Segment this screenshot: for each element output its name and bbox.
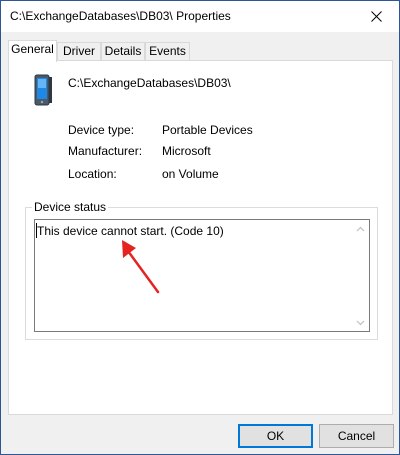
ok-button[interactable]: OK [238,424,313,448]
location-value: on Volume [162,167,219,181]
portable-device-icon [34,74,52,106]
device-type-label: Device type: [68,123,135,137]
manufacturer-label: Manufacturer: [68,144,143,158]
scroll-down-icon[interactable] [356,318,365,327]
manufacturer-value: Microsoft [162,144,211,158]
tab-driver[interactable]: Driver [57,42,101,61]
device-name: C:\ExchangeDatabases\DB03\ [68,76,231,90]
device-status-group: Device status This device cannot start. … [25,200,378,340]
properties-dialog: C:\ExchangeDatabases\DB03\ Properties Ge… [0,0,400,455]
window-title: C:\ExchangeDatabases\DB03\ Properties [10,9,231,23]
device-status-title: Device status [32,200,109,214]
status-scrollbar[interactable] [352,220,369,331]
device-status-text: This device cannot start. (Code 10) [37,224,224,238]
tab-details[interactable]: Details [101,42,145,61]
title-bar[interactable]: C:\ExchangeDatabases\DB03\ Properties [1,1,399,32]
location-label: Location: [68,167,117,181]
close-button[interactable] [353,1,399,32]
scroll-up-icon[interactable] [356,225,365,234]
cancel-button[interactable]: Cancel [319,424,394,448]
close-icon [370,11,382,22]
tab-events[interactable]: Events [145,42,190,61]
device-status-textbox[interactable]: This device cannot start. (Code 10) [34,219,370,332]
device-type-value: Portable Devices [162,123,253,137]
general-tab-panel: C:\ExchangeDatabases\DB03\ Device type: … [8,60,393,415]
tab-general[interactable]: General [8,40,57,62]
